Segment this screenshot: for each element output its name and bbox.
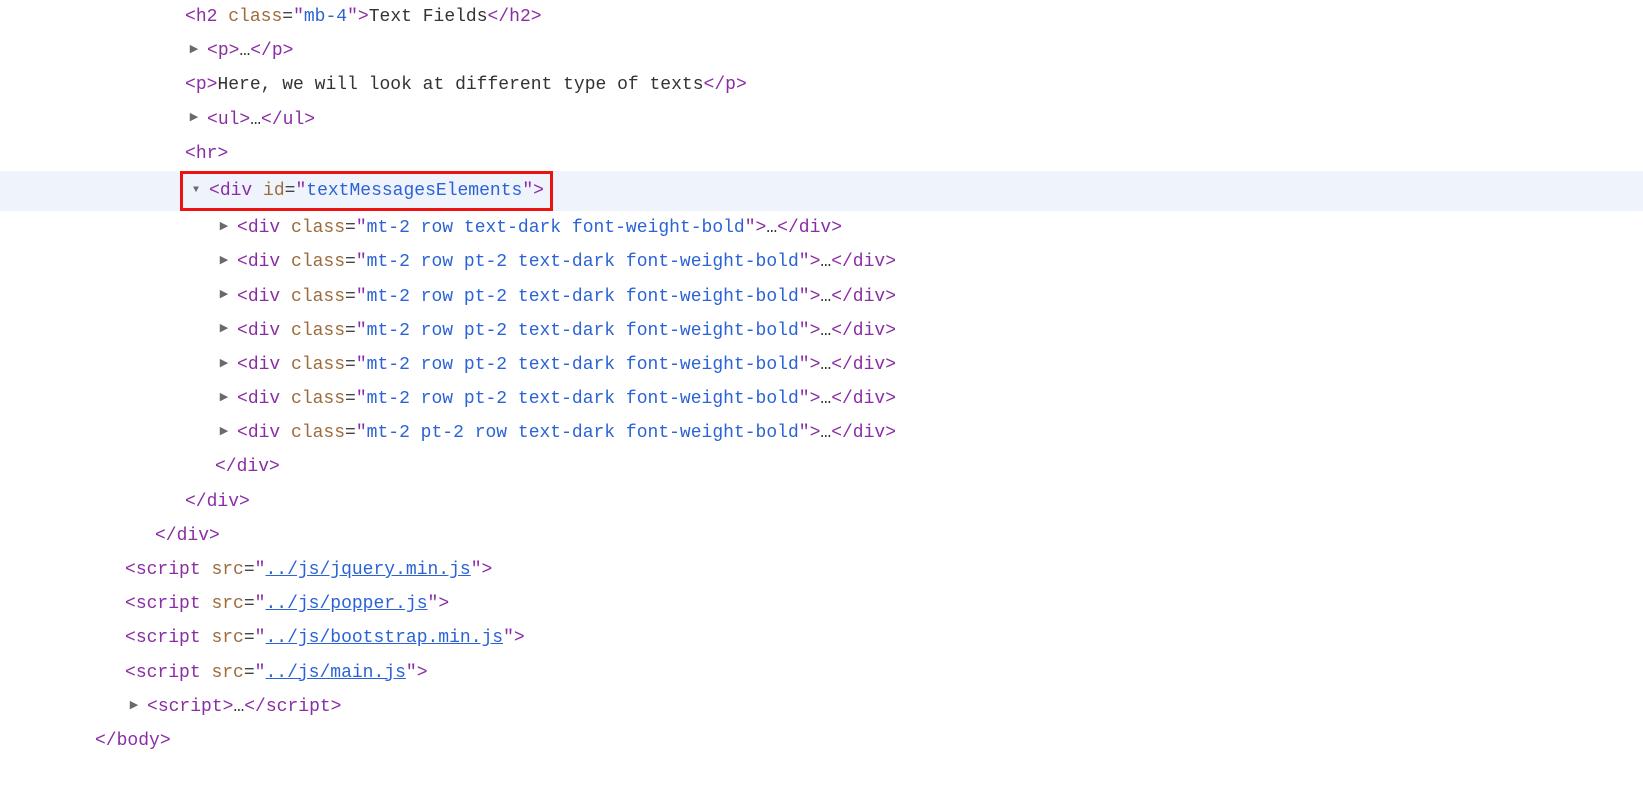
annotation-highlight-box: ▼<div id="textMessagesElements"> — [180, 171, 553, 211]
dom-node-markup: <div class="mt-2 row pt-2 text-dark font… — [237, 355, 896, 375]
expand-collapse-icon[interactable]: ▶ — [215, 285, 233, 306]
dom-node-markup: <p>Here, we will look at different type … — [185, 75, 747, 95]
dom-tree-node[interactable]: ▶<div class="mt-2 row pt-2 text-dark fon… — [95, 348, 1643, 382]
dom-node-markup: <script src="../js/bootstrap.min.js"> — [125, 628, 525, 648]
dom-node-markup: <div class="mt-2 row text-dark font-weig… — [237, 218, 842, 238]
dom-node-markup: <script>…</script> — [147, 697, 341, 717]
dom-node-markup: <div class="mt-2 row pt-2 text-dark font… — [237, 389, 896, 409]
dom-tree-node[interactable]: ▶<div class="mt-2 pt-2 row text-dark fon… — [95, 416, 1643, 450]
expand-collapse-icon[interactable]: ▶ — [215, 354, 233, 375]
dom-node-markup: <p>…</p> — [207, 41, 293, 61]
dom-node-markup: <div class="mt-2 pt-2 row text-dark font… — [237, 423, 896, 443]
expand-collapse-icon[interactable]: ▼ — [187, 181, 205, 200]
dom-node-markup: <script src="../js/popper.js"> — [125, 594, 449, 614]
dom-tree-node[interactable]: <p>Here, we will look at different type … — [95, 68, 1643, 102]
dom-tree-node[interactable]: </div> — [95, 450, 1643, 484]
dom-node-markup: <h2 class="mb-4">Text Fields</h2> — [185, 7, 542, 27]
dom-node-markup: <div class="mt-2 row pt-2 text-dark font… — [237, 287, 896, 307]
dom-tree-node[interactable]: ▶<div class="mt-2 row pt-2 text-dark fon… — [95, 280, 1643, 314]
expand-collapse-icon[interactable]: ▶ — [185, 108, 203, 129]
dom-tree-node[interactable]: ▶<div class="mt-2 row pt-2 text-dark fon… — [95, 314, 1643, 348]
dom-tree-node[interactable]: <h2 class="mb-4">Text Fields</h2> — [95, 0, 1643, 34]
expand-collapse-icon[interactable]: ▶ — [185, 40, 203, 61]
dom-tree-node[interactable]: <hr> — [95, 137, 1643, 171]
expand-collapse-icon[interactable]: ▶ — [215, 217, 233, 238]
dom-node-markup: </div> — [215, 457, 280, 477]
dom-tree-node[interactable]: ▼<div id="textMessagesElements"> — [95, 171, 1643, 211]
dom-node-markup: </div> — [185, 492, 250, 512]
dom-node-markup: <div class="mt-2 row pt-2 text-dark font… — [237, 252, 896, 272]
dom-tree-node[interactable]: ▶<ul>…</ul> — [95, 103, 1643, 137]
dom-tree-node[interactable]: ▶<div class="mt-2 row pt-2 text-dark fon… — [95, 245, 1643, 279]
expand-collapse-icon[interactable]: ▶ — [215, 422, 233, 443]
dom-node-markup: <script src="../js/main.js"> — [125, 663, 428, 683]
dom-tree-node[interactable]: ▶<p>…</p> — [95, 34, 1643, 68]
dom-node-markup: <div class="mt-2 row pt-2 text-dark font… — [237, 321, 896, 341]
dom-tree-node[interactable]: </div> — [95, 519, 1643, 553]
dom-inspector-tree[interactable]: <h2 class="mb-4">Text Fields</h2>▶<p>…</… — [95, 0, 1643, 758]
dom-node-markup: <script src="../js/jquery.min.js"> — [125, 560, 492, 580]
expand-collapse-icon[interactable]: ▶ — [215, 388, 233, 409]
expand-collapse-icon[interactable]: ▶ — [125, 696, 143, 717]
expand-collapse-icon[interactable]: ▶ — [215, 319, 233, 340]
dom-tree-node[interactable]: <script src="../js/main.js"> — [95, 656, 1643, 690]
dom-tree-node[interactable]: </div> — [95, 485, 1643, 519]
dom-tree-node[interactable]: <script src="../js/popper.js"> — [95, 587, 1643, 621]
dom-tree-node[interactable]: ▶<div class="mt-2 row text-dark font-wei… — [95, 211, 1643, 245]
dom-tree-node[interactable]: </body> — [95, 724, 1643, 758]
dom-tree-node[interactable]: <script src="../js/bootstrap.min.js"> — [95, 621, 1643, 655]
dom-node-markup: <ul>…</ul> — [207, 110, 315, 130]
dom-tree-node[interactable]: ▶<script>…</script> — [95, 690, 1643, 724]
expand-collapse-icon[interactable]: ▶ — [215, 251, 233, 272]
dom-tree-node[interactable]: ▶<div class="mt-2 row pt-2 text-dark fon… — [95, 382, 1643, 416]
dom-tree-node[interactable]: <script src="../js/jquery.min.js"> — [95, 553, 1643, 587]
dom-node-markup: <div id="textMessagesElements"> — [209, 181, 544, 201]
dom-node-markup: </body> — [95, 731, 171, 751]
dom-node-markup: </div> — [155, 526, 220, 546]
dom-node-markup: <hr> — [185, 144, 228, 164]
